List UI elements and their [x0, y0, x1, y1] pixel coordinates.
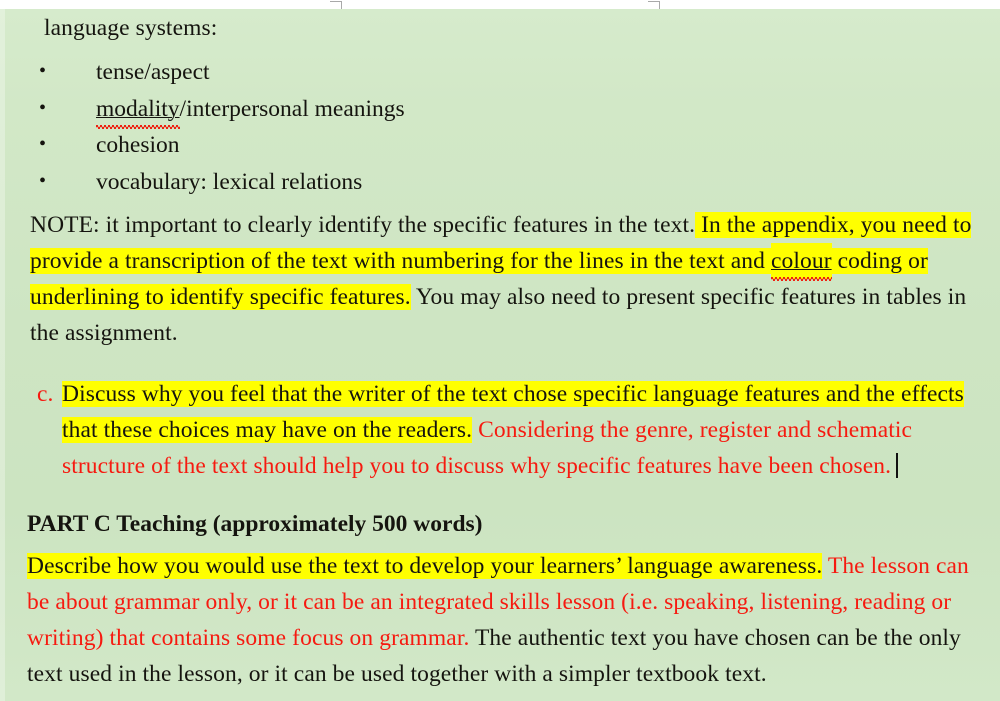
left-margin-corner-mark: [330, 1, 342, 9]
list-item: • modality/interpersonal meanings: [0, 91, 1000, 129]
bullet-icon: •: [39, 60, 47, 82]
note-plain-start: NOTE: it important to clearly identify t…: [30, 212, 696, 238]
list-item-label: cohesion: [96, 132, 180, 158]
text-caret: [896, 453, 899, 478]
intro-line: language systems:: [44, 15, 218, 41]
list-item-label: tense/aspect: [96, 59, 210, 85]
language-systems-bullet-list: • tense/aspect • modality/interpersonal …: [0, 54, 1000, 200]
page-margin-strip: [0, 0, 1000, 9]
bullet-icon: •: [39, 96, 47, 119]
list-item: • vocabulary: lexical relations: [0, 164, 1000, 201]
item-c-marker: c.: [37, 381, 54, 407]
part-c-highlighted-text: Describe how you would use the text to d…: [27, 553, 823, 579]
bullet-icon: •: [39, 169, 47, 192]
list-item-label: /interpersonal meanings: [179, 95, 405, 122]
list-item: • tense/aspect: [0, 54, 1000, 91]
list-item-label: vocabulary: lexical relations: [96, 168, 363, 195]
misspelled-word-colour: colour: [770, 243, 832, 281]
bullet-icon: •: [39, 133, 47, 155]
part-c-body-paragraph: Describe how you would use the text to d…: [0, 548, 1000, 692]
list-item: • cohesion: [0, 127, 1000, 164]
part-c-heading: PART C Teaching (approximately 500 words…: [27, 511, 483, 537]
note-paragraph: NOTE: it important to clearly identify t…: [0, 207, 1000, 351]
misspelled-word-modality: modality: [96, 91, 180, 129]
document-content: language systems: • tense/aspect • modal…: [0, 8, 1000, 701]
document-page: language systems: • tense/aspect • modal…: [0, 0, 1000, 701]
item-c-paragraph: c. Discuss why you feel that the writer o…: [0, 376, 1000, 484]
document-body: language systems: • tense/aspect • modal…: [0, 8, 1000, 701]
right-margin-corner-mark: [648, 1, 660, 9]
